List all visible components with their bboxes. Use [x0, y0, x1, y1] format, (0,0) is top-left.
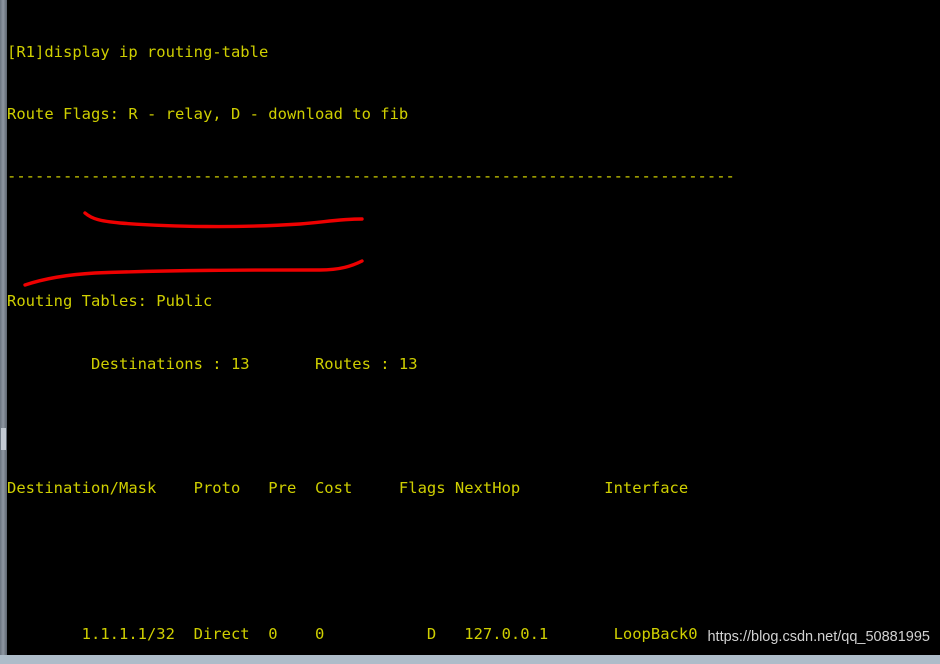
table-column-headers: Destination/Mask Proto Pre Cost Flags Ne…: [7, 479, 689, 498]
destinations-routes-counts: Destinations : 13 Routes : 13: [7, 354, 418, 373]
route-flags-legend: Route Flags: R - relay, D - download to …: [7, 104, 409, 123]
blog-watermark: https://blog.csdn.net/qq_50881995: [705, 628, 932, 646]
scrollbar-thumb[interactable]: [1, 428, 6, 450]
window-bottom-bar: [0, 655, 940, 664]
terminal-output[interactable]: [R1]display ip routing-table Route Flags…: [7, 0, 940, 655]
separator-rule: ----------------------------------------…: [7, 167, 735, 186]
routing-table-scope: Routing Tables: Public: [7, 292, 213, 311]
command-line: [R1]display ip routing-table: [7, 42, 269, 61]
vertical-scrollbar[interactable]: [0, 0, 7, 655]
terminal-window: [R1]display ip routing-table Route Flags…: [0, 0, 940, 664]
